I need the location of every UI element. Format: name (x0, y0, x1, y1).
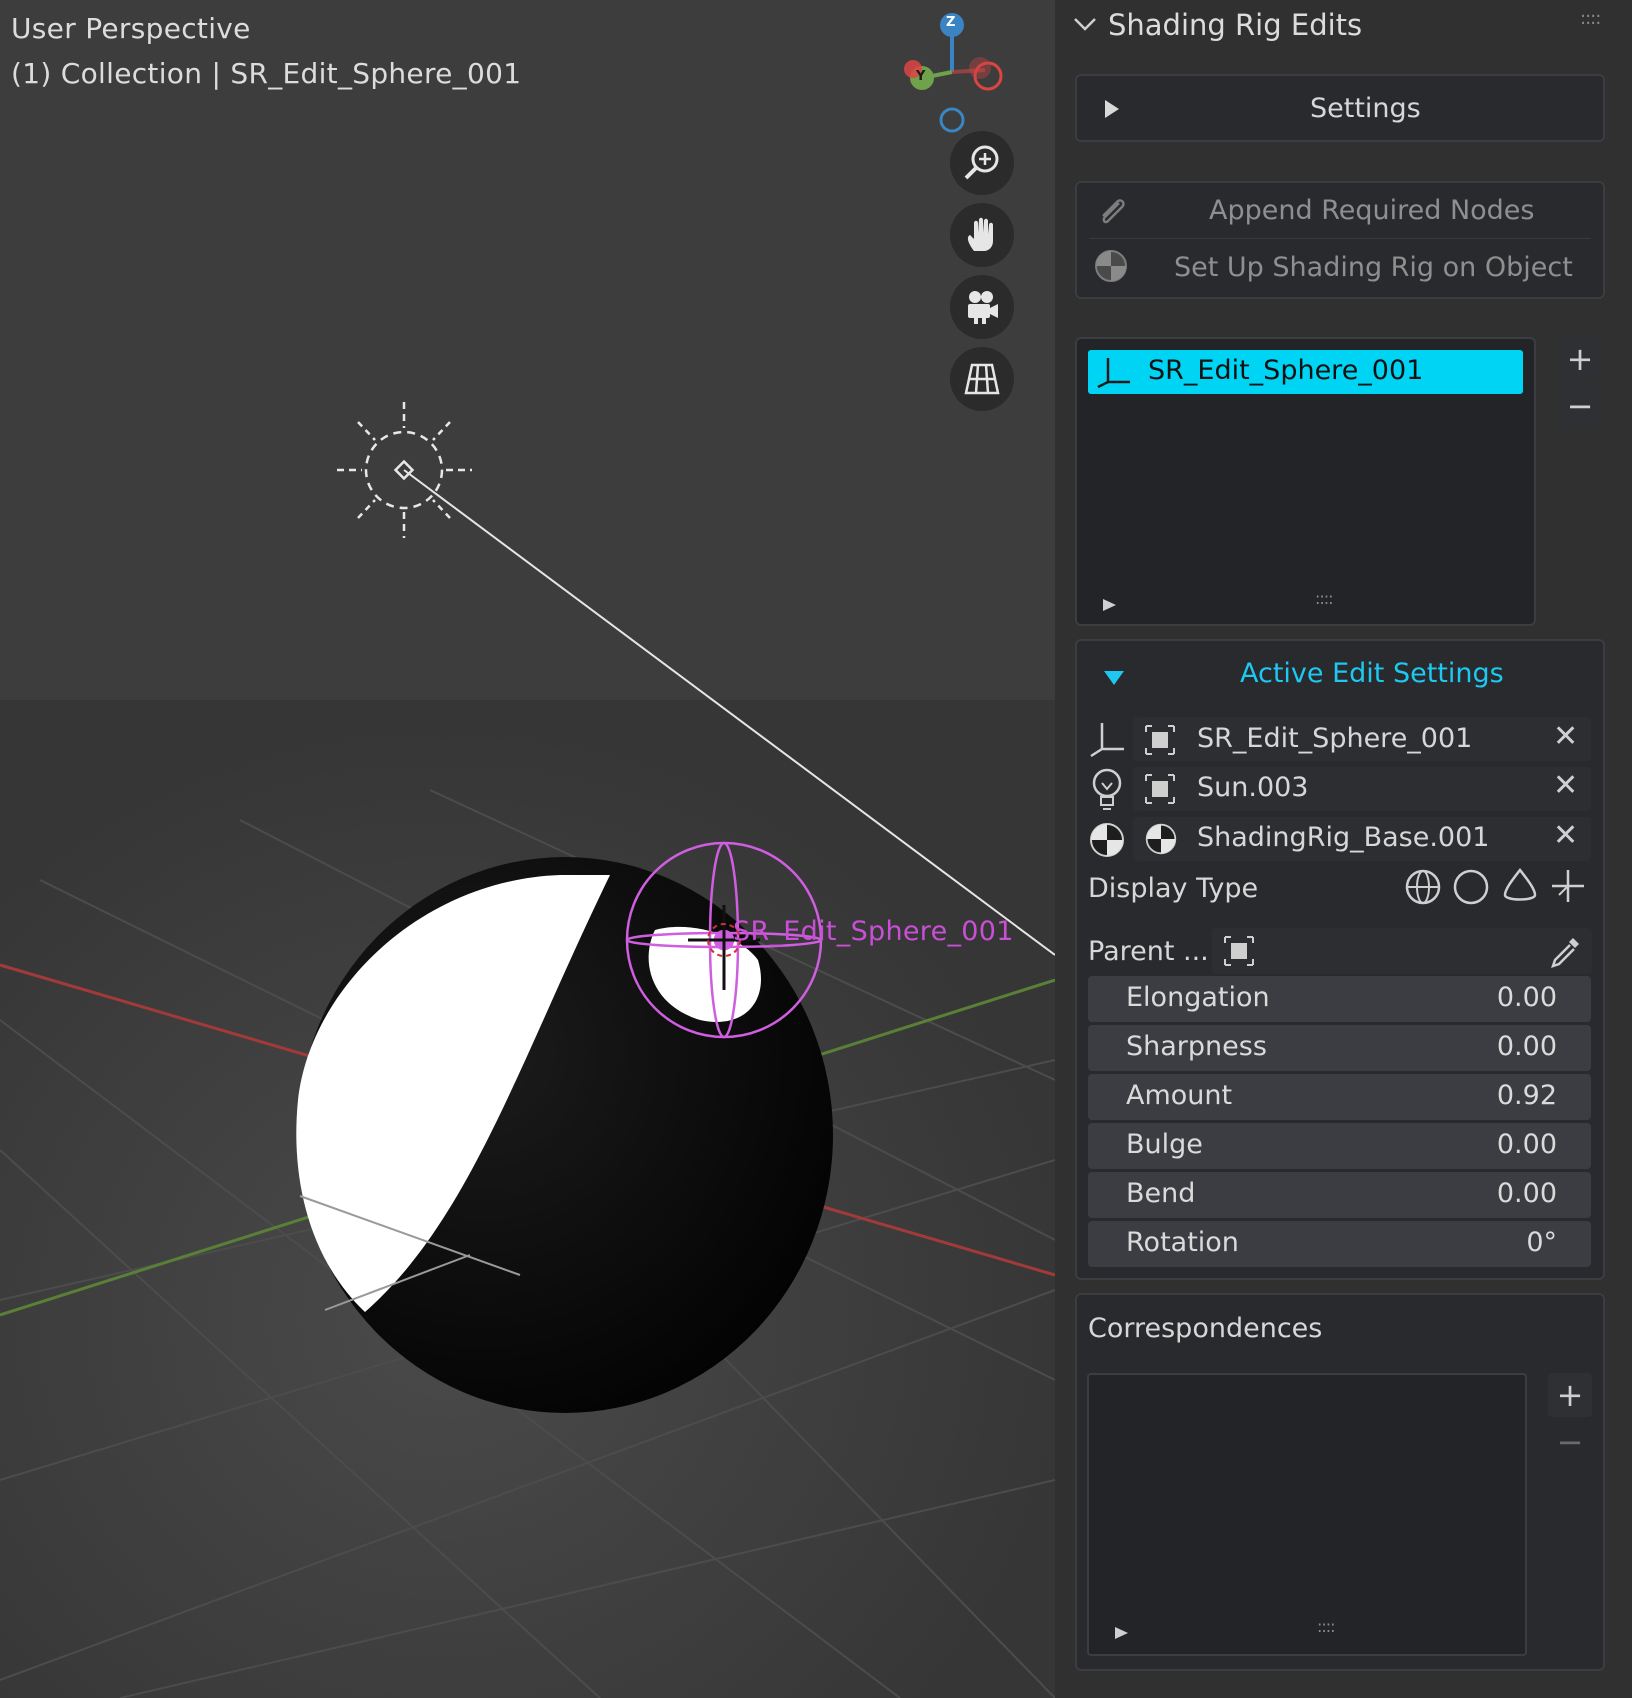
setup-rig-label: Set Up Shading Rig on Object (1174, 252, 1573, 283)
object-field-light[interactable]: Sun.003 ✕ (1133, 767, 1591, 811)
settings-subpanel[interactable]: Settings (1075, 74, 1605, 142)
minus-icon: − (1556, 1423, 1584, 1461)
chevron-down-icon[interactable] (1073, 16, 1097, 32)
list-item-label: SR_Edit_Sphere_001 (1148, 355, 1424, 386)
material-sphere-icon (1145, 823, 1177, 855)
remove-edit-button[interactable]: − (1558, 384, 1602, 428)
correspondences-title: Correspondences (1088, 1313, 1323, 1344)
panel-title: Shading Rig Edits (1108, 8, 1363, 42)
cone-display-icon[interactable] (1501, 867, 1539, 905)
collapse-triangle-icon[interactable] (1102, 669, 1126, 687)
plain-axes-display-icon[interactable] (1549, 867, 1587, 905)
drag-handle-icon[interactable]: :::: (1580, 8, 1601, 29)
camera-icon[interactable] (950, 275, 1014, 339)
bulge-label: Bulge (1126, 1129, 1203, 1160)
gizmo-z-label: Z (946, 15, 956, 30)
gizmo-y-label: Y (916, 69, 926, 84)
light-bulb-icon (1092, 768, 1122, 810)
active-edit-title: Active Edit Settings (1240, 658, 1504, 689)
object-name-base: ShadingRig_Base.001 (1197, 822, 1490, 853)
add-correspondence-button[interactable]: + (1548, 1373, 1592, 1417)
list-item-selected[interactable]: SR_Edit_Sphere_001 (1088, 350, 1523, 394)
empty-axes-icon (1090, 723, 1124, 758)
sharpness-slider[interactable]: Sharpness 0.00 (1088, 1025, 1591, 1071)
display-type-label: Display Type (1088, 873, 1259, 904)
bend-slider[interactable]: Bend 0.00 (1088, 1172, 1591, 1218)
view-mode-label: User Perspective (11, 12, 251, 45)
list-expand-triangle-icon[interactable] (1114, 1625, 1130, 1641)
operators-box: Append Required Nodes Set Up Shading Rig… (1075, 181, 1605, 299)
paperclip-icon (1102, 199, 1125, 224)
bend-label: Bend (1126, 1178, 1196, 1209)
display-type-selector[interactable] (1398, 863, 1592, 911)
append-nodes-label: Append Required Nodes (1209, 195, 1535, 226)
amount-value: 0.92 (1496, 1080, 1557, 1111)
3d-viewport[interactable]: User Perspective (1) Collection | SR_Edi… (0, 0, 1055, 1698)
plus-icon: + (1556, 1376, 1584, 1414)
rotation-value: 0° (1526, 1227, 1557, 1258)
add-edit-button[interactable]: + (1558, 337, 1602, 381)
circle-display-icon[interactable] (1452, 868, 1490, 906)
divider (1089, 238, 1591, 239)
minus-icon: − (1566, 387, 1594, 425)
elongation-slider[interactable]: Elongation 0.00 (1088, 976, 1591, 1022)
clear-x-icon[interactable]: ✕ (1553, 719, 1578, 754)
sharpness-label: Sharpness (1126, 1031, 1267, 1062)
viewport-scene (0, 0, 1055, 1698)
material-sphere-icon (1090, 823, 1124, 857)
empty-axes-icon (1097, 358, 1130, 388)
list-expand-triangle-icon[interactable] (1102, 597, 1118, 613)
list-resize-handle-icon[interactable]: :::: (1315, 589, 1334, 608)
eyedropper-icon[interactable] (1547, 934, 1583, 970)
sphere-display-icon[interactable] (1404, 868, 1442, 906)
plus-icon: + (1566, 340, 1594, 378)
expand-triangle-icon[interactable] (1103, 98, 1121, 120)
hand-pan-icon[interactable] (950, 203, 1014, 267)
object-square-icon (1145, 774, 1175, 804)
clear-x-icon[interactable]: ✕ (1553, 818, 1578, 853)
amount-label: Amount (1126, 1080, 1233, 1111)
object-square-icon (1145, 725, 1175, 755)
panel-header[interactable]: Shading Rig Edits :::: (1055, 0, 1632, 56)
bulge-slider[interactable]: Bulge 0.00 (1088, 1123, 1591, 1169)
collection-label: (1) Collection | SR_Edit_Sphere_001 (11, 57, 522, 90)
clear-x-icon[interactable]: ✕ (1553, 768, 1578, 803)
object-field-base[interactable]: ShadingRig_Base.001 ✕ (1133, 817, 1591, 861)
list-resize-handle-icon[interactable]: :::: (1317, 1617, 1336, 1636)
object-square-icon (1224, 936, 1254, 966)
elongation-label: Elongation (1126, 982, 1270, 1013)
append-nodes-button[interactable]: Append Required Nodes (1077, 183, 1603, 238)
bend-value: 0.00 (1496, 1178, 1557, 1209)
material-sphere-icon (1095, 250, 1127, 282)
remove-correspondence-button[interactable]: − (1548, 1420, 1592, 1464)
parent-label: Parent ... (1088, 936, 1209, 967)
correspondences-list[interactable]: :::: (1087, 1373, 1527, 1656)
object-name-label: SR_Edit_Sphere_001 (733, 916, 1014, 947)
setup-rig-button[interactable]: Set Up Shading Rig on Object (1077, 241, 1603, 296)
correspondences-subpanel: Correspondences :::: + − (1075, 1293, 1605, 1671)
parent-field[interactable] (1212, 928, 1592, 974)
object-name-light: Sun.003 (1197, 772, 1309, 803)
bulge-value: 0.00 (1496, 1129, 1557, 1160)
zoom-icon[interactable] (950, 131, 1014, 195)
grid-ortho-icon[interactable] (950, 347, 1014, 411)
rotation-slider[interactable]: Rotation 0° (1088, 1221, 1591, 1267)
object-name-edit: SR_Edit_Sphere_001 (1197, 723, 1473, 754)
edits-list[interactable]: SR_Edit_Sphere_001 :::: (1075, 337, 1536, 626)
amount-slider[interactable]: Amount 0.92 (1088, 1074, 1591, 1120)
elongation-value: 0.00 (1496, 982, 1557, 1013)
rotation-label: Rotation (1126, 1227, 1239, 1258)
object-field-edit[interactable]: SR_Edit_Sphere_001 ✕ (1133, 717, 1591, 761)
settings-label: Settings (1310, 93, 1421, 124)
sharpness-value: 0.00 (1496, 1031, 1557, 1062)
